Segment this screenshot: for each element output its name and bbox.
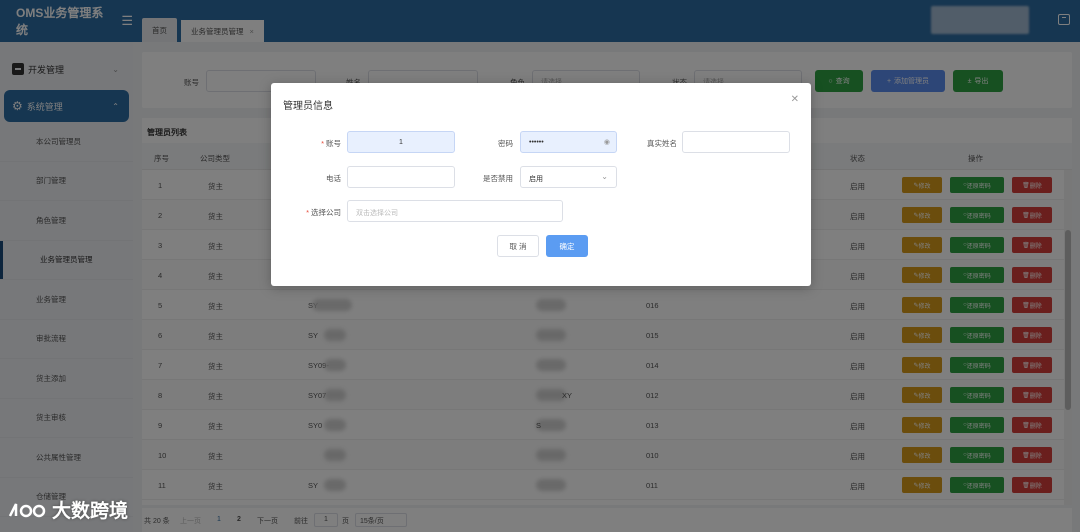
company-input[interactable]: 双击选择公司: [347, 200, 563, 222]
company-label: * 选择公司: [297, 207, 341, 218]
phone-label: 电话: [326, 174, 341, 183]
confirm-button[interactable]: 确定: [546, 235, 588, 257]
close-icon[interactable]: ✕: [791, 94, 799, 105]
password-input[interactable]: •••••• ◉: [520, 131, 617, 153]
password-label: 密码: [498, 139, 513, 148]
watermark: 大数跨境: [6, 496, 128, 523]
company-label-text: 选择公司: [311, 208, 341, 217]
chevron-down-icon: ⌄: [601, 172, 608, 181]
cancel-button[interactable]: 取 消: [497, 235, 539, 257]
account-input[interactable]: 1: [347, 131, 455, 153]
realname-label: 真实姓名: [647, 139, 677, 148]
phone-input[interactable]: [347, 166, 455, 188]
disabled-value: 启用: [529, 176, 543, 183]
password-value: ••••••: [529, 139, 544, 146]
account-label: * 账号: [311, 138, 341, 149]
disabled-label: 是否禁用: [483, 174, 513, 183]
dialog-title: 管理员信息: [283, 101, 333, 112]
watermark-text: 大数跨境: [52, 501, 129, 522]
account-label-text: 账号: [326, 139, 341, 148]
required-mark: *: [306, 208, 309, 217]
realname-input[interactable]: [682, 131, 790, 153]
disabled-select[interactable]: 启用 ⌄: [520, 166, 617, 188]
eye-icon[interactable]: ◉: [604, 138, 610, 146]
watermark-logo-icon: [8, 502, 46, 517]
required-mark: *: [321, 139, 324, 148]
admin-info-dialog: 管理员信息 ✕ * 账号 1 密码 •••••• ◉ 真实姓名 电话 是否禁用 启…: [271, 83, 811, 286]
